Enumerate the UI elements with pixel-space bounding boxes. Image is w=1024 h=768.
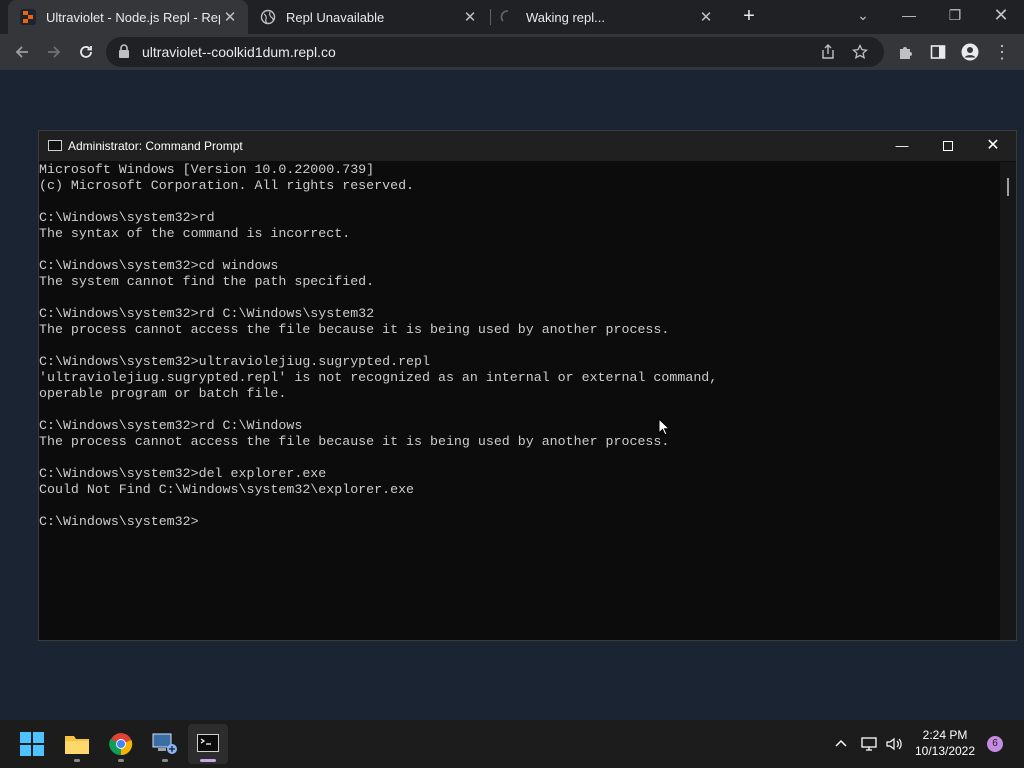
taskbar-file-explorer[interactable] — [57, 724, 97, 764]
tab-search-button[interactable]: ⌄ — [840, 0, 886, 30]
cmd-title-bar[interactable]: Administrator: Command Prompt — ✕ — [39, 131, 1016, 161]
taskbar-remote-desktop[interactable] — [145, 724, 185, 764]
close-tab-icon[interactable]: ✕ — [220, 8, 240, 26]
folder-icon — [65, 736, 89, 754]
scrollbar-thumb[interactable] — [1007, 178, 1009, 196]
tab-waking-repl[interactable]: Waking repl... ✕ — [494, 0, 724, 34]
console-line: C:\Windows\system32>rd C:\Windows\system… — [39, 306, 375, 321]
share-icon[interactable] — [820, 44, 836, 60]
console-line: The process cannot access the file becau… — [39, 322, 670, 337]
reload-icon[interactable] — [74, 40, 98, 64]
cmd-scrollbar[interactable] — [1000, 162, 1016, 640]
start-button[interactable] — [12, 724, 52, 764]
cmd-icon — [48, 140, 62, 151]
tab-repl-unavailable[interactable]: Repl Unavailable ✕ — [252, 0, 488, 34]
running-indicator — [162, 759, 168, 762]
browser-toolbar: ultraviolet--coolkid1dum.repl.co ⋮ — [0, 34, 1024, 70]
running-indicator — [118, 759, 124, 762]
console-line: C:\Windows\system32>rd C:\Windows — [39, 418, 303, 433]
console-line: The syntax of the command is incorrect. — [39, 226, 351, 241]
command-prompt-window: Administrator: Command Prompt — ✕ Micros… — [38, 130, 1017, 641]
close-tab-icon[interactable]: ✕ — [460, 8, 480, 26]
url-text: ultraviolet--coolkid1dum.repl.co — [142, 44, 336, 60]
address-bar[interactable]: ultraviolet--coolkid1dum.repl.co — [106, 37, 884, 67]
side-panel-icon[interactable] — [926, 40, 950, 64]
taskbar-chrome[interactable] — [101, 724, 141, 764]
restore-button[interactable]: ❐ — [932, 0, 978, 30]
cmd-window-title: Administrator: Command Prompt — [68, 139, 243, 153]
tab-separator — [490, 9, 491, 25]
console-line: C:\Windows\system32>rd — [39, 210, 215, 225]
mouse-pointer-icon — [658, 418, 670, 436]
console-line: The system cannot find the path specifie… — [39, 274, 375, 289]
windows-logo-icon — [20, 732, 44, 756]
active-indicator — [200, 759, 216, 762]
console-line: Could Not Find C:\Windows\system32\explo… — [39, 482, 415, 497]
console-line: operable program or batch file. — [39, 386, 287, 401]
console-line: The process cannot access the file becau… — [39, 434, 670, 449]
tab-ultraviolet[interactable]: Ultraviolet - Node.js Repl - Replit ✕ — [8, 0, 248, 34]
system-clock[interactable]: 2:24 PM 10/13/2022 — [912, 727, 978, 759]
close-tab-icon[interactable]: ✕ — [696, 8, 716, 26]
globe-icon — [260, 9, 276, 25]
network-icon[interactable] — [860, 720, 880, 768]
forward-arrow-icon[interactable] — [42, 40, 66, 64]
cmd-close-button[interactable]: ✕ — [970, 131, 1016, 161]
cmd-minimize-button[interactable]: — — [879, 131, 925, 161]
bookmark-star-icon[interactable] — [852, 44, 868, 60]
taskbar-command-prompt[interactable] — [188, 724, 228, 764]
show-hidden-icons-chevron-icon[interactable] — [834, 720, 850, 768]
tab-title: Waking repl... — [526, 9, 605, 25]
tab-title: Ultraviolet - Node.js Repl - Replit — [46, 9, 220, 25]
notification-badge[interactable]: 6 — [987, 736, 1003, 752]
console-line: 'ultraviolejiug.sugrypted.repl' is not r… — [39, 370, 718, 385]
console-line: C:\Windows\system32>cd windows — [39, 258, 279, 273]
tab-title: Repl Unavailable — [286, 9, 385, 25]
console-line: C:\Windows\system32>del explorer.exe — [39, 466, 327, 481]
console-output[interactable]: Microsoft Windows [Version 10.0.22000.73… — [39, 162, 999, 640]
taskbar: 2:24 PM 10/13/2022 — [0, 720, 1024, 768]
browser-tab-strip: Ultraviolet - Node.js Repl - Replit ✕ Re… — [0, 0, 1024, 34]
close-window-button[interactable]: ✕ — [978, 0, 1024, 30]
replit-icon — [20, 9, 36, 25]
running-indicator — [74, 759, 80, 762]
cmd-maximize-button[interactable] — [925, 131, 971, 161]
loading-spinner-icon — [500, 10, 509, 22]
new-tab-button[interactable]: + — [738, 4, 760, 28]
back-arrow-icon[interactable] — [10, 40, 34, 64]
profile-avatar-icon[interactable] — [958, 40, 982, 64]
console-line: (c) Microsoft Corporation. All rights re… — [39, 178, 415, 193]
chrome-icon — [109, 733, 133, 756]
volume-icon[interactable] — [886, 720, 906, 768]
console-line: C:\Windows\system32>ultraviolejiug.sugry… — [39, 354, 430, 369]
console-line: C:\Windows\system32> — [39, 514, 199, 529]
console-line: Microsoft Windows [Version 10.0.22000.73… — [39, 162, 375, 177]
extensions-puzzle-icon[interactable] — [894, 40, 918, 64]
clock-date: 10/13/2022 — [914, 744, 976, 758]
lock-icon[interactable] — [118, 44, 130, 59]
computer-network-icon — [152, 733, 177, 754]
terminal-icon — [197, 734, 219, 752]
clock-time: 2:24 PM — [922, 728, 968, 742]
menu-kebab-icon[interactable]: ⋮ — [990, 40, 1014, 64]
minimize-button[interactable]: — — [886, 0, 932, 30]
